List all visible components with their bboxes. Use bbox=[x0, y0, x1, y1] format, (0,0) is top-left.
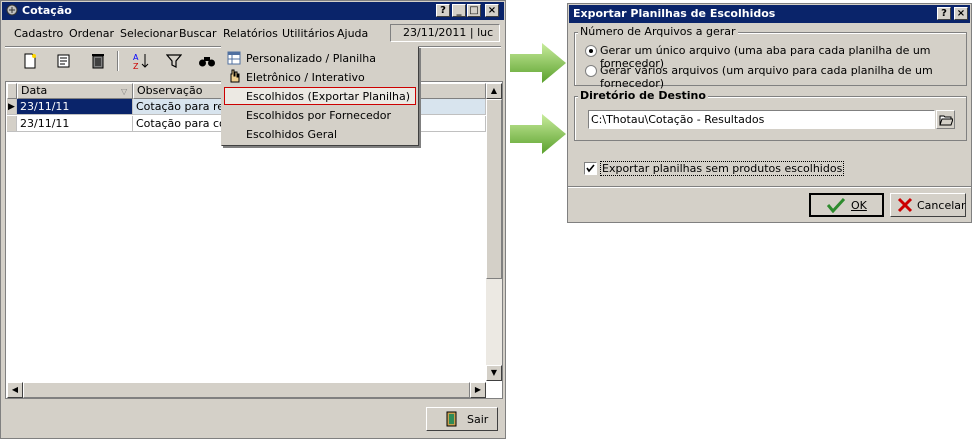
svg-text:A: A bbox=[133, 53, 139, 62]
folder-icon bbox=[939, 114, 954, 129]
dialog-close-button[interactable]: × bbox=[954, 7, 968, 20]
vertical-scrollbar[interactable]: ▲ ▼ bbox=[486, 83, 502, 381]
edit-icon[interactable] bbox=[53, 51, 75, 71]
dialog-title: Exportar Planilhas de Escolhidos bbox=[573, 7, 776, 20]
menu-selecionar[interactable]: Selecionar bbox=[120, 27, 178, 40]
destination-path-input[interactable]: C:\Thotau\Cotação - Resultados bbox=[588, 110, 935, 129]
menu-item-eletronico[interactable]: Eletrônico / Interativo bbox=[246, 71, 365, 84]
radio-single-file[interactable] bbox=[585, 45, 597, 57]
dialog-help-button[interactable]: ? bbox=[937, 7, 951, 20]
scroll-right-button[interactable]: ▶ bbox=[470, 382, 486, 398]
files-group-label: Número de Arquivos a gerar bbox=[578, 25, 738, 38]
cancel-x-icon bbox=[897, 197, 913, 216]
new-icon[interactable] bbox=[19, 51, 41, 71]
cell-date: 23/11/11 bbox=[17, 99, 133, 115]
export-empty-label[interactable]: Exportar planilhas sem produtos escolhid… bbox=[600, 161, 845, 176]
radio-multiple-files[interactable] bbox=[585, 65, 597, 77]
scroll-left-button[interactable]: ◀ bbox=[7, 382, 23, 398]
window-title: Cotação bbox=[22, 4, 72, 17]
scroll-thumb[interactable] bbox=[486, 99, 502, 279]
menu-cadastro[interactable]: Cadastro bbox=[14, 27, 63, 40]
title-bar[interactable]: Cotação ? _ □ × bbox=[2, 2, 504, 20]
find-icon[interactable] bbox=[196, 51, 218, 71]
horizontal-scrollbar[interactable]: ◀ ▶ bbox=[7, 382, 486, 398]
toolbar-separator bbox=[117, 51, 119, 71]
delete-icon[interactable] bbox=[87, 51, 109, 71]
option-multiple-label[interactable]: Gerar vários arquivos (um arquivo para c… bbox=[600, 64, 971, 90]
arrow-right-icon bbox=[510, 43, 566, 83]
spreadsheet-icon bbox=[227, 51, 241, 68]
cancel-button[interactable]: Cancelar bbox=[890, 193, 966, 217]
cancel-label: Cancelar bbox=[917, 199, 966, 212]
arrow-right-icon bbox=[510, 114, 566, 154]
exit-label: Sair bbox=[467, 413, 489, 426]
menu-item-escolhidos-exportar-label: Escolhidos (Exportar Planilha) bbox=[246, 90, 411, 103]
hscroll-thumb[interactable] bbox=[23, 382, 470, 398]
menu-utilitarios[interactable]: Utilitários bbox=[282, 27, 335, 40]
help-button[interactable]: ? bbox=[436, 4, 450, 17]
export-dialog: Exportar Planilhas de Escolhidos ? × Núm… bbox=[567, 3, 972, 223]
sort-icon[interactable]: AZ bbox=[130, 51, 152, 71]
export-empty-checkbox[interactable] bbox=[584, 162, 597, 175]
column-label-observacao: Observação bbox=[137, 84, 203, 97]
filter-icon[interactable] bbox=[163, 51, 185, 71]
scroll-up-button[interactable]: ▲ bbox=[486, 83, 502, 99]
dialog-title-bar[interactable]: Exportar Planilhas de Escolhidos ? × bbox=[569, 5, 970, 23]
minimize-button[interactable]: _ bbox=[452, 4, 466, 17]
menu-buscar[interactable]: Buscar bbox=[179, 27, 217, 40]
filter-small-icon[interactable]: ▽ bbox=[121, 85, 131, 97]
menu-item-personalizado[interactable]: Personalizado / Planilha bbox=[246, 52, 376, 65]
row-indicator: ▶ bbox=[7, 99, 17, 115]
ok-button[interactable]: OK bbox=[809, 193, 884, 217]
destination-path-value: C:\Thotau\Cotação - Resultados bbox=[591, 113, 765, 126]
door-icon bbox=[445, 411, 459, 430]
svg-text:Z: Z bbox=[133, 62, 139, 70]
exit-button[interactable]: Sair bbox=[426, 407, 498, 431]
status-date: 23/11/2011 | luc bbox=[390, 24, 500, 42]
maximize-button[interactable]: □ bbox=[467, 4, 481, 17]
cell-date: 23/11/11 bbox=[17, 116, 133, 132]
browse-folder-button[interactable] bbox=[936, 110, 955, 129]
menu-item-escolhidos-fornecedor[interactable]: Escolhidos por Fornecedor bbox=[246, 109, 391, 122]
dialog-divider bbox=[568, 186, 971, 188]
hand-icon bbox=[228, 69, 240, 86]
column-label-data: Data bbox=[21, 84, 48, 97]
destination-group-label: Diretório de Destino bbox=[578, 89, 708, 102]
menu-relatorios[interactable]: Relatórios bbox=[223, 27, 278, 40]
reports-dropdown: Personalizado / Planilha Eletrônico / In… bbox=[221, 46, 419, 146]
grid-indicator-header bbox=[7, 83, 17, 99]
menu-ajuda[interactable]: Ajuda bbox=[337, 27, 368, 40]
column-header-data[interactable]: Data ▽ bbox=[17, 83, 133, 99]
menu-item-escolhidos-geral[interactable]: Escolhidos Geral bbox=[246, 128, 337, 141]
close-button[interactable]: × bbox=[485, 4, 499, 17]
check-icon bbox=[826, 197, 846, 216]
scroll-down-button[interactable]: ▼ bbox=[486, 365, 502, 381]
app-icon bbox=[6, 4, 18, 16]
menu-ordenar[interactable]: Ordenar bbox=[69, 27, 114, 40]
menu-item-escolhidos-exportar[interactable]: Escolhidos (Exportar Planilha) bbox=[224, 87, 416, 105]
row-indicator bbox=[7, 116, 17, 132]
ok-label: OK bbox=[851, 199, 867, 212]
